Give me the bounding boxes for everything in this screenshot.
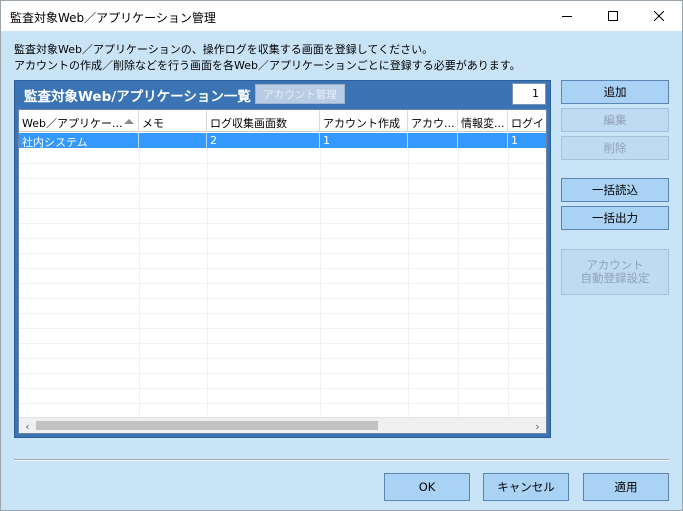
column-header-log-screens[interactable]: ログ収集画面数 — [207, 110, 320, 132]
grid-line — [19, 343, 546, 344]
app-table[interactable]: Web／アプリケー... メモ ログ収集画面数 アカウント作成 アカウ... 情… — [18, 109, 547, 434]
column-header-memo[interactable]: メモ — [139, 110, 207, 132]
delete-button[interactable]: 削除 — [561, 136, 669, 160]
grid-line — [19, 403, 546, 404]
column-header-account-other[interactable]: アカウ... — [408, 110, 458, 132]
app-list-panel: 監査対象Web/アプリケーション一覧 アカウント管理 1 Web／アプリケー..… — [14, 80, 551, 438]
bulk-import-button[interactable]: 一括読込 — [561, 178, 669, 202]
bulk-export-button[interactable]: 一括出力 — [561, 206, 669, 230]
auto-register-label-2: 自動登録設定 — [580, 271, 650, 285]
maximize-button[interactable] — [590, 1, 636, 31]
grid-line — [19, 208, 546, 209]
panel-title: 監査対象Web/アプリケーション一覧 — [24, 89, 251, 105]
column-header-app[interactable]: Web／アプリケー... — [19, 110, 139, 132]
description-line-1: 監査対象Web／アプリケーションの、操作ログを収集する画面を登録してください。 — [14, 43, 434, 56]
column-header-info-change[interactable]: 情報変... — [458, 110, 508, 132]
column-header-login[interactable]: ログイン — [508, 110, 546, 132]
apply-button[interactable]: 適用 — [583, 473, 669, 501]
cell-app-name: 社内システム — [19, 133, 139, 148]
cell-login: 1 — [511, 134, 518, 147]
table-row[interactable]: 社内システム 2 1 1 — [19, 133, 546, 148]
edit-button[interactable]: 編集 — [561, 108, 669, 132]
scrollbar-thumb[interactable] — [36, 421, 378, 430]
close-icon — [654, 11, 664, 21]
horizontal-scrollbar[interactable]: ‹ › — [19, 417, 546, 433]
minimize-icon — [562, 16, 572, 17]
cell-memo — [139, 133, 207, 148]
grid-line — [19, 328, 546, 329]
sort-asc-icon — [124, 119, 134, 124]
grid-line — [19, 238, 546, 239]
footer-divider — [14, 459, 669, 461]
grid-line — [19, 253, 546, 254]
table-header: Web／アプリケー... メモ ログ収集画面数 アカウント作成 アカウ... 情… — [19, 110, 546, 132]
title-bar: 監査対象Web／アプリケーション管理 — [1, 1, 682, 31]
item-count: 1 — [512, 83, 546, 105]
cell-account-create: 1 — [320, 133, 408, 148]
grid-line — [19, 373, 546, 374]
description-line-2: アカウントの作成／削除などを行う画面を各Web／アプリケーションごとに登録する必… — [14, 59, 521, 72]
auto-register-button[interactable]: アカウント 自動登録設定 — [561, 249, 669, 295]
minimize-button[interactable] — [544, 1, 590, 31]
grid-line — [19, 193, 546, 194]
grid-line — [19, 283, 546, 284]
scroll-right-icon[interactable]: › — [529, 418, 546, 433]
cell-account-other — [408, 133, 458, 148]
grid-line — [19, 178, 546, 179]
window-title: 監査対象Web／アプリケーション管理 — [10, 11, 216, 25]
grid-line — [19, 223, 546, 224]
grid-line — [19, 388, 546, 389]
cell-log-screens: 2 — [207, 133, 320, 148]
column-header-account-create[interactable]: アカウント作成 — [320, 110, 408, 132]
close-button[interactable] — [636, 1, 682, 31]
cell-info-change — [458, 133, 508, 148]
grid-line — [19, 298, 546, 299]
account-manage-button[interactable]: アカウント管理 — [255, 84, 345, 104]
grid-line — [19, 268, 546, 269]
dialog-window: 監査対象Web／アプリケーション管理 監査対象Web／アプリケーションの、操作ロ… — [0, 0, 683, 511]
add-button[interactable]: 追加 — [561, 80, 669, 104]
maximize-icon — [608, 11, 618, 21]
grid-line — [19, 358, 546, 359]
ok-button[interactable]: OK — [384, 473, 470, 501]
cancel-button[interactable]: キャンセル — [483, 473, 569, 501]
grid-line — [19, 163, 546, 164]
grid-line — [19, 313, 546, 314]
scroll-left-icon[interactable]: ‹ — [19, 418, 36, 433]
